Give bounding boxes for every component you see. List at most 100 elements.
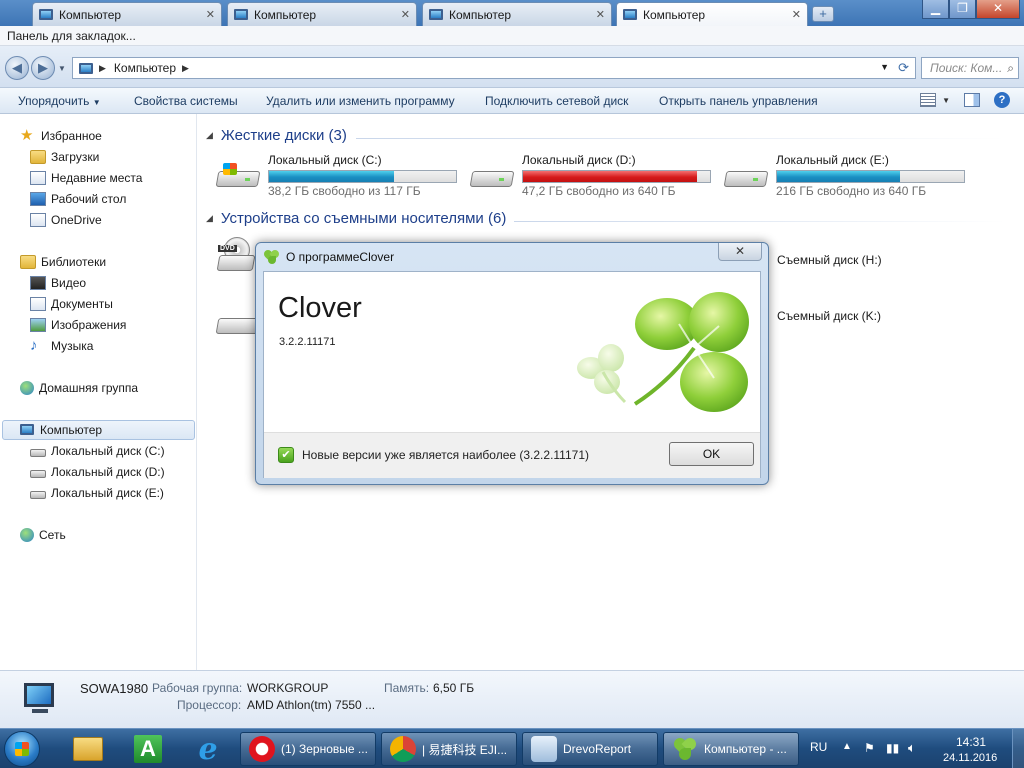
clock-date[interactable]: 24.11.2016	[943, 752, 997, 764]
open-control-panel-button[interactable]: Открыть панель управления	[659, 94, 818, 108]
memory-label: Память:	[384, 681, 430, 695]
sidebar-item-documents[interactable]: Документы	[30, 294, 113, 314]
minimize-button[interactable]: ▁	[922, 0, 949, 19]
sidebar-item-drive-e[interactable]: Локальный диск (E:)	[30, 483, 164, 503]
taskbar-button-drevoreport[interactable]: DrevoReport	[522, 732, 658, 766]
green-a-app-icon: A	[134, 735, 162, 763]
address-dropdown-icon[interactable]: ▼	[880, 62, 889, 72]
removable-drive-h[interactable]: Съемный диск (H:)	[777, 253, 882, 267]
language-indicator[interactable]: RU	[810, 740, 827, 754]
chevron-down-icon[interactable]: ▼	[942, 96, 950, 105]
taskbar: A e (1) Зерновые ... | 易捷科技 EJI... Drevo…	[0, 728, 1024, 768]
dvd-drive-icon[interactable]: DVD	[216, 237, 256, 271]
map-network-drive-button[interactable]: Подключить сетевой диск	[485, 94, 628, 108]
tab-computer-2[interactable]: Компьютер ✕	[227, 2, 417, 26]
back-button[interactable]: ◀	[5, 56, 29, 80]
disk-name: Локальный диск (C:)	[268, 153, 382, 167]
organize-button[interactable]: Упорядочить ▼	[18, 94, 101, 108]
search-icon[interactable]: ⌕	[1007, 58, 1014, 78]
downloads-folder-icon	[30, 150, 46, 164]
computer-icon	[20, 683, 62, 717]
dialog-close-button[interactable]: ✕	[718, 243, 762, 261]
taskbar-button-opera[interactable]: (1) Зерновые ...	[240, 732, 376, 766]
group-removable[interactable]: ◢ Устройства со съемными носителями (6)	[206, 210, 506, 227]
computer-icon	[623, 9, 637, 20]
disk-item-c[interactable]: Локальный диск (C:) 38,2 ГБ свободно из …	[215, 153, 465, 198]
command-bar: Упорядочить ▼ Свойства системы Удалить и…	[0, 88, 1024, 114]
view-options-icon[interactable]	[920, 93, 937, 107]
start-button[interactable]	[4, 731, 40, 767]
collapse-triangle-icon[interactable]: ◢	[206, 130, 213, 141]
volume-icon[interactable]: 🔈︎	[908, 740, 916, 756]
tab-computer-1[interactable]: Компьютер ✕	[32, 2, 222, 26]
close-icon[interactable]: ✕	[206, 8, 215, 21]
action-center-flag-icon[interactable]: ⚑	[864, 741, 875, 755]
address-row: ◀ ▶ ▼ ▶ Компьютер ▶ ▼ ⟳ Поиск: Ком... ⌕	[0, 46, 1024, 88]
system-properties-button[interactable]: Свойства системы	[134, 94, 238, 108]
network-icon[interactable]: ▮▮	[886, 741, 899, 755]
close-icon[interactable]: ✕	[596, 8, 605, 21]
tab-label: Компьютер	[59, 7, 122, 22]
sidebar-item-label: Загрузки	[51, 150, 100, 164]
sidebar-item-favorites[interactable]: ★ Избранное	[20, 126, 102, 146]
pinned-app-a[interactable]: A	[126, 733, 170, 765]
taskbar-button-label: (1) Зерновые ...	[281, 742, 368, 756]
clock-time[interactable]: 14:31	[956, 735, 986, 749]
sidebar-item-libraries[interactable]: Библиотеки	[20, 252, 106, 272]
taskbar-button-computer[interactable]: Компьютер - ...	[663, 732, 799, 766]
sidebar-item-music[interactable]: ♪ Музыка	[30, 336, 93, 356]
removable-drive-k[interactable]: Съемный диск (K:)	[777, 309, 881, 323]
sidebar-item-video[interactable]: Видео	[30, 273, 86, 293]
disk-free-space: 216 ГБ свободно из 640 ГБ	[776, 184, 927, 198]
help-icon[interactable]: ?	[994, 92, 1010, 108]
close-icon[interactable]: ✕	[401, 8, 410, 21]
close-window-button[interactable]: ✕	[976, 0, 1020, 19]
pinned-explorer[interactable]	[66, 733, 110, 765]
dialog-title-bar[interactable]: О программеClover	[262, 248, 394, 265]
sidebar-item-downloads[interactable]: Загрузки	[30, 147, 99, 167]
sidebar-item-drive-d[interactable]: Локальный диск (D:)	[30, 462, 165, 482]
search-input[interactable]: Поиск: Ком... ⌕	[921, 57, 1019, 79]
sidebar-item-images[interactable]: Изображения	[30, 315, 126, 335]
sidebar-item-computer[interactable]: Компьютер	[2, 420, 195, 440]
new-tab-button[interactable]: +	[812, 6, 834, 22]
breadcrumb-separator-icon[interactable]: ▶	[182, 63, 189, 74]
show-desktop-button[interactable]	[1012, 729, 1024, 768]
sidebar-item-label: Библиотеки	[41, 255, 107, 269]
show-hidden-icons[interactable]: ▲	[842, 741, 852, 752]
taskbar-button-chrome[interactable]: | 易捷科技 EJI...	[381, 732, 517, 766]
close-icon[interactable]: ✕	[792, 8, 801, 21]
sidebar-item-drive-c[interactable]: Локальный диск (C:)	[30, 441, 165, 461]
refresh-icon[interactable]: ⟳	[898, 60, 909, 76]
bookmarks-bar[interactable]: Панель для закладок...	[0, 26, 1024, 46]
group-hard-disks[interactable]: ◢ Жесткие диски (3)	[206, 127, 347, 144]
update-status: ✔ Новые версии уже является наиболее (3.…	[278, 447, 589, 463]
sidebar-item-recent-places[interactable]: Недавние места	[30, 168, 142, 188]
sidebar-item-onedrive[interactable]: OneDrive	[30, 210, 102, 230]
address-bar[interactable]: ▶ Компьютер ▶ ▼ ⟳	[72, 57, 916, 79]
breadcrumb-computer[interactable]: Компьютер	[114, 61, 176, 75]
breadcrumb-separator-icon[interactable]: ▶	[99, 63, 106, 74]
sidebar-item-network[interactable]: Сеть	[20, 525, 66, 545]
recent-pages-icon[interactable]: ▼	[58, 64, 66, 73]
disk-item-e[interactable]: Локальный диск (E:) 216 ГБ свободно из 6…	[723, 153, 973, 198]
ok-button[interactable]: OK	[669, 442, 754, 466]
collapse-triangle-icon[interactable]: ◢	[206, 213, 213, 224]
tab-computer-3[interactable]: Компьютер ✕	[422, 2, 612, 26]
computer-icon	[19, 423, 35, 437]
maximize-button[interactable]: ❐	[949, 0, 976, 19]
uninstall-program-button[interactable]: Удалить или изменить программу	[266, 94, 455, 108]
recent-places-icon	[30, 171, 46, 185]
disk-item-d[interactable]: Локальный диск (D:) 47,2 ГБ свободно из …	[469, 153, 719, 198]
tab-computer-active[interactable]: Компьютер ✕	[616, 2, 808, 26]
sidebar-item-desktop[interactable]: Рабочий стол	[30, 189, 126, 209]
forward-button[interactable]: ▶	[31, 56, 55, 80]
preview-pane-icon[interactable]	[964, 93, 980, 107]
pinned-internet-explorer[interactable]: e	[186, 732, 230, 767]
computer-icon	[39, 9, 53, 20]
sidebar-item-homegroup[interactable]: Домашняя группа	[20, 378, 138, 398]
disk-free-space: 47,2 ГБ свободно из 640 ГБ	[522, 184, 676, 198]
removable-drive-icon[interactable]	[215, 310, 261, 336]
sidebar-item-label: Изображения	[51, 318, 127, 332]
chrome-icon	[390, 736, 416, 762]
